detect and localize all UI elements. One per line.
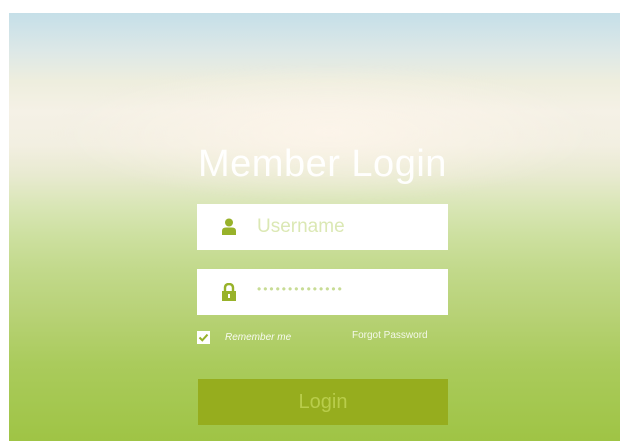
password-mask: •••••••••••••• xyxy=(257,282,344,296)
username-placeholder: Username xyxy=(257,216,345,237)
login-button[interactable]: Login xyxy=(198,379,448,425)
password-field[interactable]: •••••••••••••• xyxy=(197,269,448,315)
username-field[interactable]: Username xyxy=(197,204,448,250)
remember-label: Remember me xyxy=(225,331,292,343)
forgot-password-link[interactable]: Forgot Password xyxy=(352,330,428,341)
check-icon xyxy=(198,333,209,342)
login-screen: Member Login Username •••••••••••••• Rem… xyxy=(9,13,620,441)
remember-checkbox[interactable] xyxy=(197,330,210,344)
remember-me[interactable]: Remember me xyxy=(197,330,291,344)
lock-icon xyxy=(221,282,237,301)
page-title: Member Login xyxy=(198,143,447,185)
user-icon xyxy=(221,218,237,236)
